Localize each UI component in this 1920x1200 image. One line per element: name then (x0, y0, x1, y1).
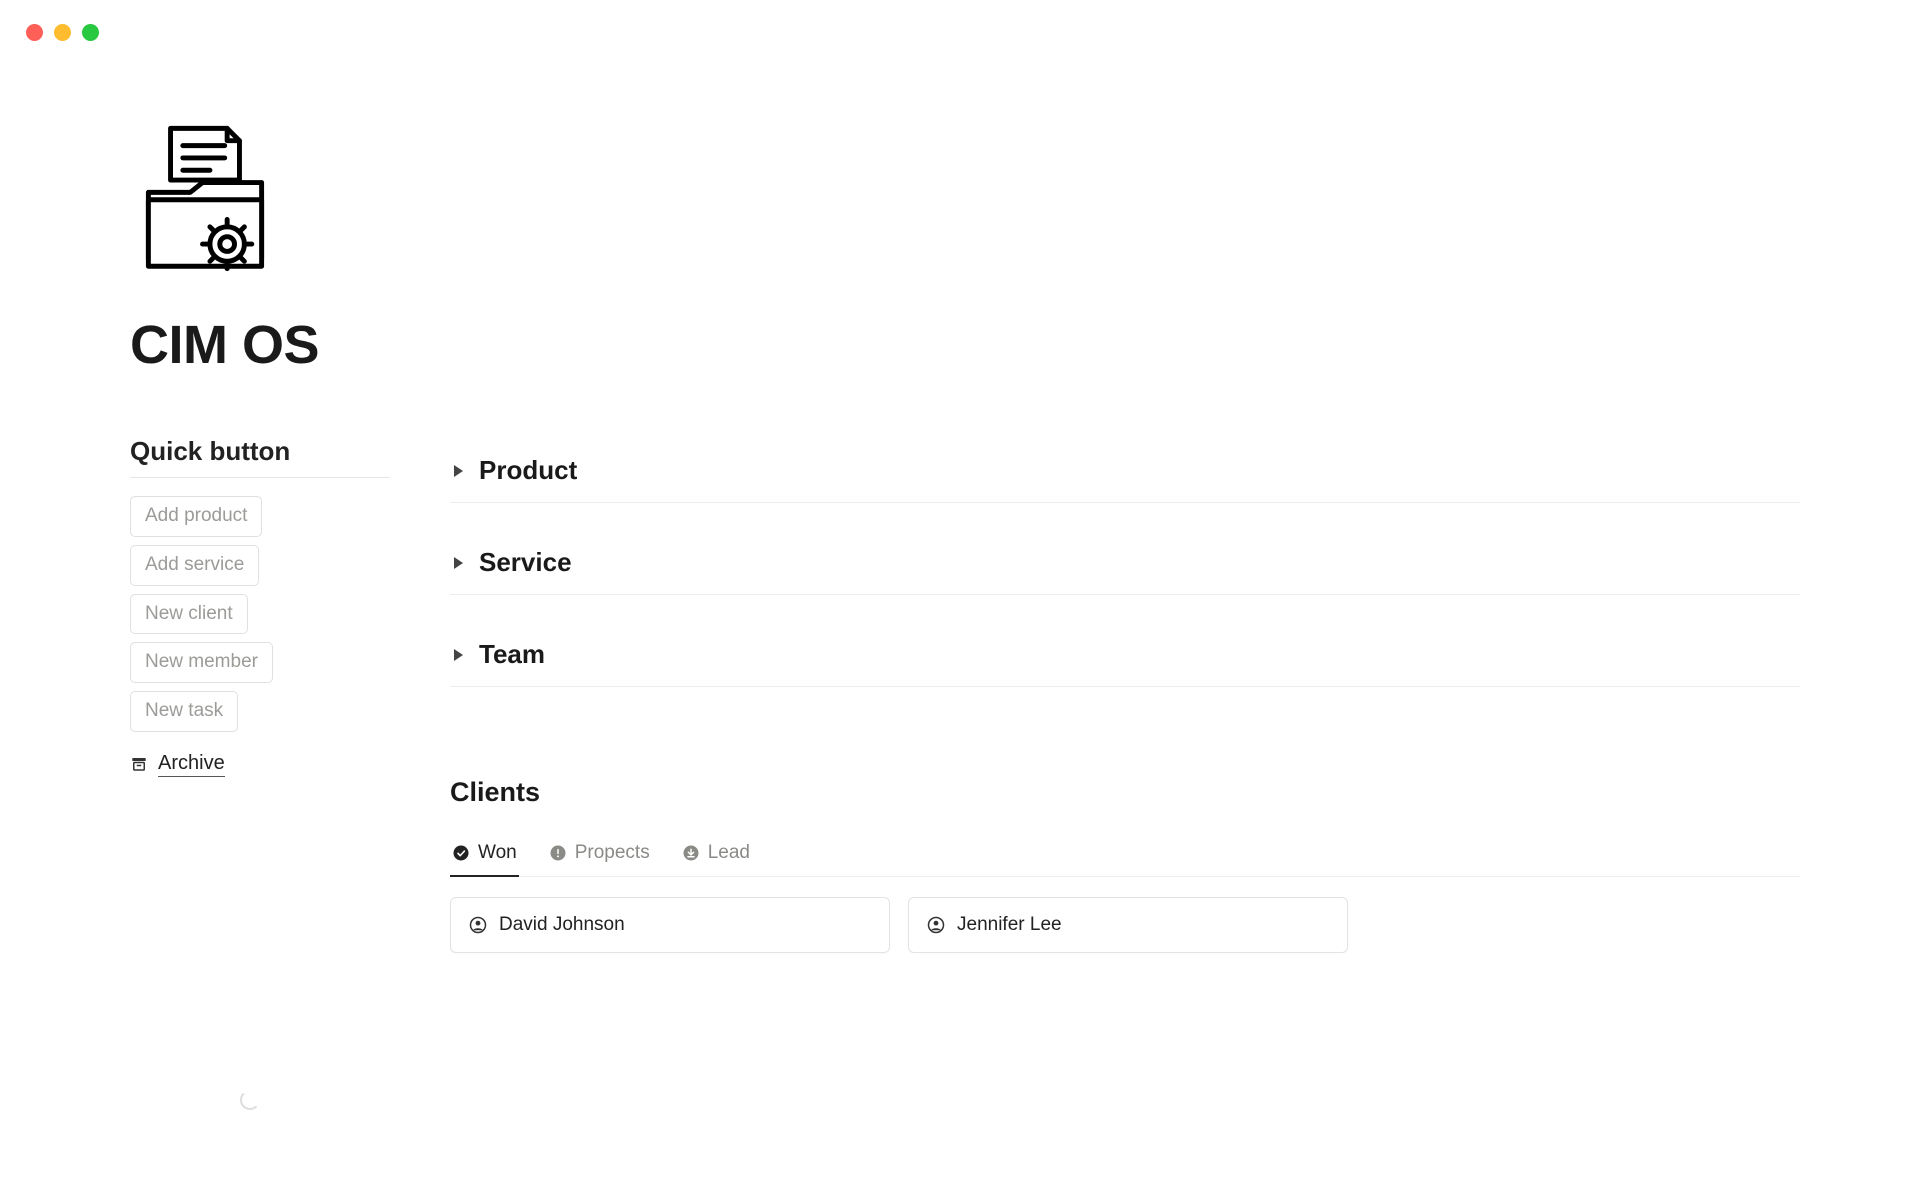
caret-right-icon (454, 649, 463, 661)
toggle-team[interactable]: Team (450, 623, 1800, 687)
quick-button-heading: Quick button (130, 436, 390, 478)
loading-spinner-icon (240, 1090, 260, 1110)
clients-section: Clients Won Propects (450, 777, 1800, 953)
archive-label: Archive (158, 752, 225, 777)
client-name: David Johnson (499, 914, 625, 936)
quick-button-list: Add product Add service New client New m… (130, 496, 390, 732)
client-cards: David Johnson Jennifer Lee (450, 897, 1800, 953)
person-icon (927, 916, 945, 934)
tab-label: Won (478, 842, 517, 864)
add-product-button[interactable]: Add product (130, 496, 262, 537)
archive-icon (130, 755, 148, 773)
client-name: Jennifer Lee (957, 914, 1062, 936)
toggle-label: Service (479, 547, 572, 578)
archive-link[interactable]: Archive (130, 752, 390, 777)
window-maximize-button[interactable] (82, 24, 99, 41)
tab-lead[interactable]: Lead (680, 832, 752, 876)
person-icon (469, 916, 487, 934)
check-circle-icon (452, 844, 470, 862)
page-logo (130, 121, 390, 286)
client-card[interactable]: Jennifer Lee (908, 897, 1348, 953)
alert-circle-icon (549, 844, 567, 862)
toggle-label: Team (479, 639, 545, 670)
tab-label: Lead (708, 842, 750, 864)
clients-tabs: Won Propects Lead (450, 832, 1800, 877)
toggle-service[interactable]: Service (450, 531, 1800, 595)
folder-gear-icon (130, 121, 280, 281)
caret-right-icon (454, 557, 463, 569)
window-minimize-button[interactable] (54, 24, 71, 41)
tab-won[interactable]: Won (450, 832, 519, 876)
window-controls (0, 0, 1920, 41)
download-circle-icon (682, 844, 700, 862)
new-task-button[interactable]: New task (130, 691, 238, 732)
toggle-label: Product (479, 455, 577, 486)
new-client-button[interactable]: New client (130, 594, 248, 635)
window-close-button[interactable] (26, 24, 43, 41)
new-member-button[interactable]: New member (130, 642, 273, 683)
client-card[interactable]: David Johnson (450, 897, 890, 953)
caret-right-icon (454, 465, 463, 477)
toggle-product[interactable]: Product (450, 439, 1800, 503)
tab-label: Propects (575, 842, 650, 864)
tab-propects[interactable]: Propects (547, 832, 652, 876)
add-service-button[interactable]: Add service (130, 545, 259, 586)
page-title: CIM OS (130, 314, 390, 376)
clients-heading: Clients (450, 777, 1800, 808)
